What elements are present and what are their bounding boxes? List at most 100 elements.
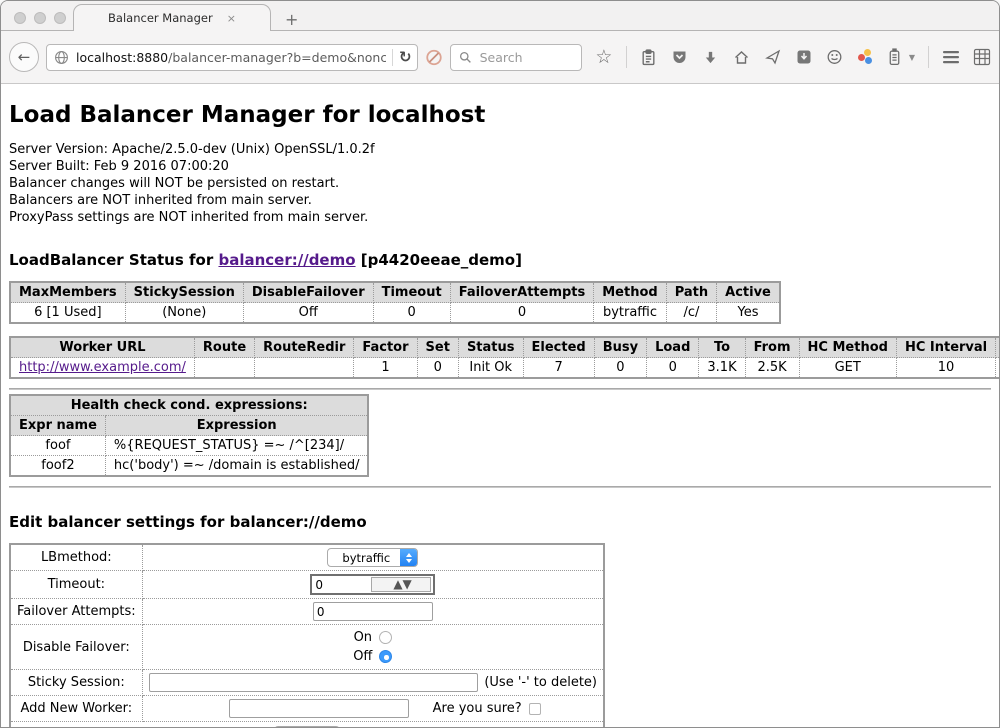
worker-url-link[interactable]: http://www.example.com/ [19, 360, 186, 375]
tab-balancer-manager[interactable]: Balancer Manager × [73, 4, 271, 31]
are-you-sure-checkbox[interactable] [529, 703, 541, 715]
apps-grid-icon[interactable] [973, 48, 991, 66]
divider [9, 388, 991, 390]
home-icon[interactable] [733, 48, 751, 66]
table-row: http://www.example.com/ 1 0 Init Ok 7 0 … [10, 358, 999, 379]
failover-on-radio[interactable] [379, 631, 392, 644]
server-built: Server Built: Feb 9 2016 07:00:20 [9, 158, 991, 175]
tab-title: Balancer Manager [108, 11, 213, 25]
new-tab-button[interactable]: + [285, 12, 298, 28]
number-spinner-icon[interactable]: ▲▼ [371, 577, 432, 592]
server-version: Server Version: Apache/2.5.0-dev (Unix) … [9, 141, 991, 158]
cell-busy: 0 [594, 358, 646, 379]
are-you-sure-label: Are you sure? [433, 701, 522, 716]
col-to: To [699, 337, 745, 358]
cell-timeout: 0 [373, 303, 450, 324]
page-content: Load Balancer Manager for localhost Serv… [1, 84, 999, 728]
tab-close-icon[interactable]: × [227, 12, 236, 25]
failover-attempts-input[interactable] [313, 602, 433, 621]
minimize-window-button[interactable] [34, 12, 46, 24]
cell-to: 3.1K [699, 358, 745, 379]
col-failoverattempts: FailoverAttempts [450, 282, 594, 303]
menu-hamburger-icon[interactable] [942, 48, 960, 66]
close-window-button[interactable] [14, 12, 26, 24]
pocket-icon[interactable] [671, 48, 689, 66]
toolbar-divider [626, 46, 627, 68]
extension-dots-icon[interactable] [857, 49, 873, 65]
cell-hc-method: GET [799, 358, 896, 379]
reload-button[interactable]: ↻ [399, 48, 412, 66]
col-set: Set [417, 337, 458, 358]
search-input[interactable] [480, 50, 575, 65]
search-icon [457, 48, 475, 66]
add-worker-label: Add New Worker: [10, 696, 142, 722]
form-row-submit: Submit [10, 722, 604, 728]
cell-maxmembers: 6 [1 Used] [10, 303, 125, 324]
server-info: Server Version: Apache/2.5.0-dev (Unix) … [9, 141, 991, 226]
form-row-disable-failover: Disable Failover: On Off [10, 625, 604, 670]
chevron-down-icon[interactable]: ▼ [909, 53, 915, 62]
persist-note: Balancer changes will NOT be persisted o… [9, 175, 991, 192]
panel-save-icon[interactable] [795, 48, 813, 66]
browser-window: Balancer Manager × + ← localhost:8880/ba… [0, 0, 1000, 728]
failover-label: Failover Attempts: [10, 599, 142, 625]
cell-passes: 1 (0) [996, 358, 999, 379]
search-bar[interactable] [450, 44, 582, 71]
col-maxmembers: MaxMembers [10, 282, 125, 303]
add-worker-input[interactable] [229, 699, 409, 718]
status-heading: LoadBalancer Status for balancer://demo … [9, 251, 991, 269]
clipboard-icon[interactable] [640, 48, 658, 66]
url-text[interactable]: localhost:8880/balancer-manager?b=demo&n… [76, 50, 386, 65]
back-button[interactable]: ← [9, 42, 39, 72]
cell-hc-interval: 10 [896, 358, 995, 379]
url-bar[interactable]: localhost:8880/balancer-manager?b=demo&n… [46, 44, 418, 71]
lbmethod-select[interactable]: bytraffic [327, 548, 418, 567]
col-factor: Factor [354, 337, 417, 358]
on-label: On [354, 628, 372, 647]
col-expr-name: Expr name [10, 416, 105, 436]
urlbar-divider [392, 49, 393, 66]
cell-method: bytraffic [594, 303, 666, 324]
failover-off-radio[interactable] [379, 650, 392, 663]
inherit-note: Balancers are NOT inherited from main se… [9, 192, 991, 209]
proxypass-note: ProxyPass settings are NOT inherited fro… [9, 209, 991, 226]
col-load: Load [647, 337, 699, 358]
cell-load: 0 [647, 358, 699, 379]
sticky-hint: (Use '-' to delete) [484, 675, 597, 690]
edit-settings-heading: Edit balancer settings for balancer://de… [9, 513, 991, 531]
balancer-demo-link[interactable]: balancer://demo [218, 251, 355, 269]
col-hc-method: HC Method [799, 337, 896, 358]
select-stepper-icon [400, 548, 417, 567]
disable-failover-label: Disable Failover: [10, 625, 142, 670]
health-check-table: Health check cond. expressions: Expr nam… [9, 394, 369, 477]
cell-elected: 7 [523, 358, 594, 379]
tab-bar: Balancer Manager × + [1, 1, 999, 31]
navigation-toolbar: ← localhost:8880/balancer-manager?b=demo… [1, 31, 999, 84]
col-expression: Expression [105, 416, 368, 436]
col-timeout: Timeout [373, 282, 450, 303]
window-controls[interactable] [14, 12, 66, 24]
battery-icon[interactable] [886, 48, 904, 66]
worker-table: Worker URL Route RouteRedir Factor Set S… [9, 336, 999, 379]
edit-balancer-form: LBmethod: bytraffic Timeout: 0 ▲▼ [9, 543, 605, 728]
bookmark-star-icon[interactable]: ☆ [595, 48, 613, 66]
table-header-row: MaxMembers StickySession DisableFailover… [10, 282, 780, 303]
sticky-session-input[interactable] [149, 673, 479, 692]
send-plane-icon[interactable] [764, 48, 782, 66]
timeout-input[interactable]: 0 ▲▼ [310, 574, 435, 595]
sticky-label: Sticky Session: [10, 670, 142, 696]
toolbar-icons: ☆ [595, 46, 991, 68]
toolbar-divider [928, 46, 929, 68]
zoom-window-button[interactable] [54, 12, 66, 24]
timeout-label: Timeout: [10, 571, 142, 599]
cell-stickysession: (None) [125, 303, 243, 324]
col-stickysession: StickySession [125, 282, 243, 303]
download-arrow-icon[interactable] [702, 48, 720, 66]
feedback-smiley-icon[interactable] [826, 48, 844, 66]
cell-path: /c/ [666, 303, 716, 324]
status-heading-prefix: LoadBalancer Status for [9, 251, 213, 269]
timeout-value: 0 [312, 578, 371, 592]
content-blocked-icon[interactable] [425, 48, 443, 66]
table-row: foof %{REQUEST_STATUS} =~ /^[234]/ [10, 436, 368, 456]
cell-routeredir [255, 358, 354, 379]
